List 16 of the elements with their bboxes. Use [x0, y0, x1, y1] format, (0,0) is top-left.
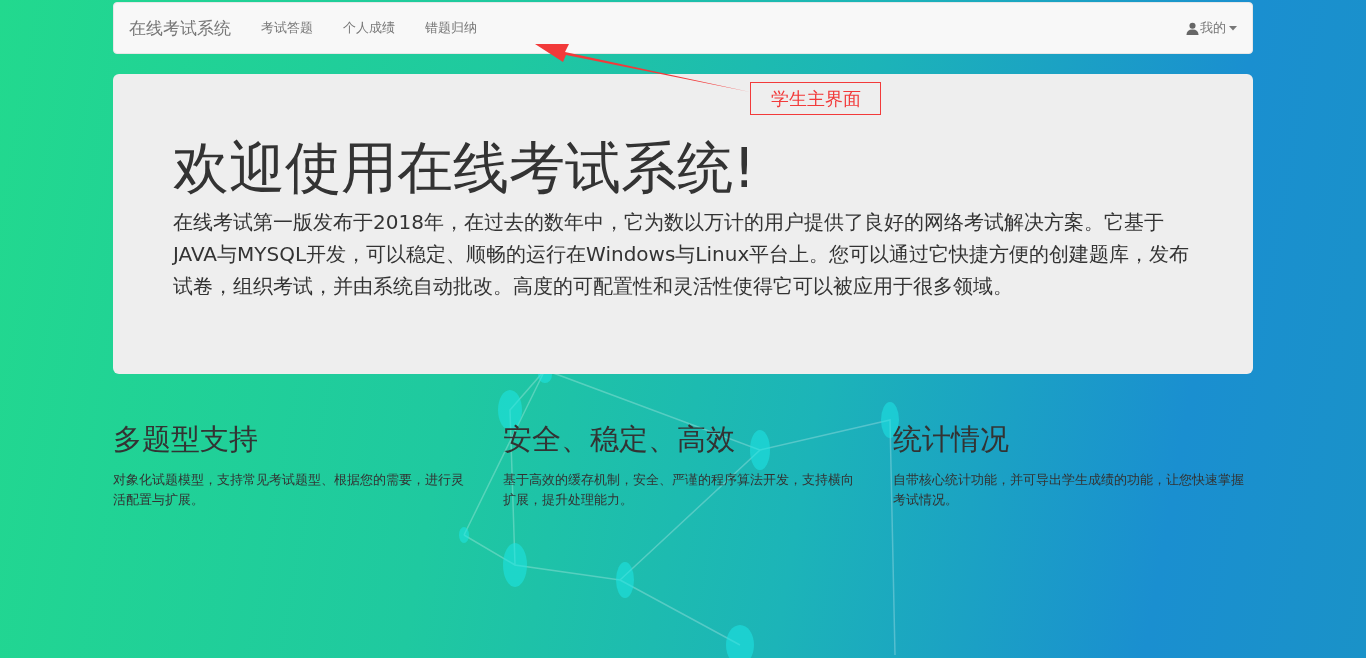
feature-heading: 安全、稳定、高效 — [503, 421, 736, 458]
feature-description: 对象化试题模型，支持常见考试题型、根据您的需要，进行灵活配置与扩展。 — [113, 471, 465, 509]
user-menu[interactable]: 我的 — [1186, 19, 1237, 37]
nav-link[interactable]: 错题归纳 — [425, 19, 477, 37]
feature-heading: 多题型支持 — [113, 421, 259, 458]
caret-icon — [1229, 25, 1237, 31]
feature-description: 基于高效的缓存机制，安全、严谨的程序算法开发，支持横向扩展，提升处理能力。 — [503, 471, 855, 509]
user-icon — [1186, 21, 1199, 35]
annotation-label: 学生主界面 — [750, 82, 881, 115]
feature-description: 自带核心统计功能，并可导出学生成绩的功能，让您快速掌握考试情况。 — [893, 471, 1245, 509]
nav-link[interactable]: 考试答题 — [261, 19, 313, 37]
welcome-heading: 欢迎使用在线考试系统! — [173, 136, 757, 201]
intro-paragraph: 在线考试第一版发布于2018年，在过去的数年中，它为数以万计的用户提供了良好的网络考试解决方案。它基于JAVA与MYSQL开发，可以稳定、顺畅的运行在Windows与Linux平台上。您可以通过它快捷方便的创建题库，发布试卷，组织考试，并由系统自动批改。高度的可配置性和灵活性使得它可以被应用于很多领域。 — [173, 209, 1191, 301]
brand-link[interactable]: 在线考试系统 — [129, 16, 231, 40]
nav-link[interactable]: 个人成绩 — [343, 19, 395, 37]
feature-heading: 统计情况 — [893, 421, 1010, 458]
